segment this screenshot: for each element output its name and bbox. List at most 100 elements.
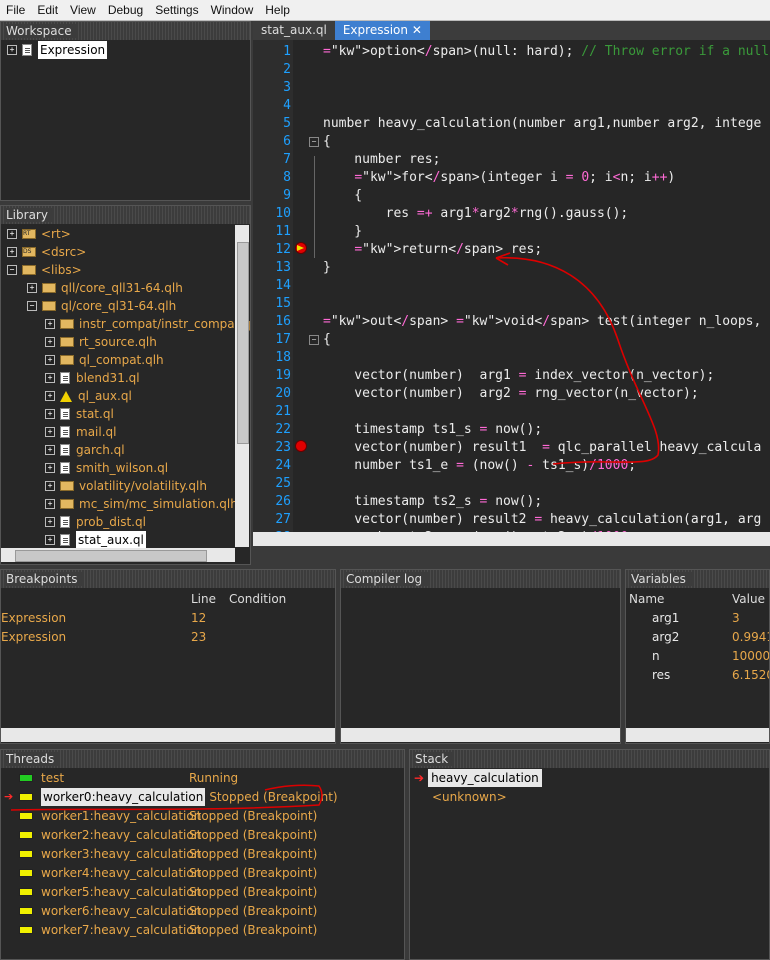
code-line[interactable]: vector(number) result1 = qlc_parallel he… [323,439,761,457]
code-line[interactable]: { [323,187,362,205]
line-number[interactable]: 2 [253,61,291,79]
expand-icon[interactable]: + [7,45,17,55]
variables-horizontal-scrollbar[interactable] [626,728,769,742]
line-number[interactable]: 17 [253,331,291,349]
variable-value[interactable]: 6.15208 [732,666,769,684]
expand-icon[interactable]: − [27,301,37,311]
line-number[interactable]: 15 [253,295,291,313]
expand-icon[interactable]: + [45,373,55,383]
stack-frame-current[interactable]: ➔ heavy_calculation [414,769,542,787]
line-number[interactable]: 1 [253,43,291,61]
code-line[interactable]: vector(number) arg1 = index_vector(n_vec… [323,367,714,385]
expand-icon[interactable]: + [45,409,55,419]
menu-edit[interactable]: Edit [31,3,64,17]
library-item[interactable]: + qll/core_qll31-64.qlh [27,279,183,297]
library-item[interactable]: + DS <dsrc> [7,243,86,261]
thread-row[interactable]: test Running [19,769,238,787]
editor-horizontal-scrollbar[interactable] [253,532,770,546]
breakpoints-header-line[interactable]: Line [191,590,216,608]
code-line[interactable]: number ts1_e = (now() - ts1_s)/1000; [323,457,636,475]
variable-value[interactable]: 0.99412 [732,628,769,646]
expand-icon[interactable]: + [45,481,55,491]
line-number[interactable]: 9 [253,187,291,205]
variable-name[interactable]: res [652,666,670,684]
breakpoint-row-name[interactable]: Expression [1,628,66,646]
expand-icon[interactable]: + [45,517,55,527]
line-number[interactable]: 11 [253,223,291,241]
library-item[interactable]: + prob_dist.ql [45,513,146,531]
code-line[interactable]: ="kw">out</span> ="kw">void</span> test(… [323,313,770,331]
expand-icon[interactable]: + [45,391,55,401]
line-number[interactable]: 10 [253,205,291,223]
expand-icon[interactable]: + [45,499,55,509]
menu-debug[interactable]: Debug [102,3,149,17]
expand-icon[interactable]: + [45,355,55,365]
menu-window[interactable]: Window [205,3,260,17]
expand-icon[interactable]: + [7,247,17,257]
thread-row[interactable]: worker4:heavy_calculation Stopped (Breakp… [19,864,317,882]
library-item[interactable]: − ql/core_ql31-64.qlh [27,297,176,315]
variable-value[interactable]: 100000 [732,647,769,665]
menu-help[interactable]: Help [259,3,296,17]
library-hscroll-thumb[interactable] [15,550,207,562]
code-line[interactable]: timestamp ts2_s = now(); [323,493,542,511]
library-item[interactable]: + instr_compat/instr_compat.q [45,315,250,333]
expand-icon[interactable]: − [7,265,17,275]
expand-icon[interactable]: + [45,337,55,347]
menu-view[interactable]: View [64,3,102,17]
library-item[interactable]: + ql_aux.ql [45,387,132,405]
variables-header-name[interactable]: Name [629,590,664,608]
breakpoint-icon[interactable] [295,440,307,452]
library-item[interactable]: − <libs> [7,261,82,279]
code-editor[interactable]: 1 2 3 4 5 6 7 8 9 10 11 12 13 14 15 16 17 18 19 20 21 22 23 24 2… [253,40,770,546]
expand-icon[interactable]: + [45,535,55,545]
line-number[interactable]: 4 [253,97,291,115]
library-item[interactable]: + blend31.ql [45,369,140,387]
line-number[interactable]: 19 [253,367,291,385]
line-number[interactable]: 18 [253,349,291,367]
breakpoints-header-condition[interactable]: Condition [229,590,286,608]
thread-row[interactable]: worker7:heavy_calculation Stopped (Breakp… [19,921,317,939]
library-item[interactable]: + ql_compat.qlh [45,351,164,369]
menu-settings[interactable]: Settings [149,3,204,17]
library-item[interactable]: + mc_sim/mc_simulation.qlh [45,495,238,513]
library-item[interactable]: + smith_wilson.ql [45,459,168,477]
line-number[interactable]: 5 [253,115,291,133]
line-number[interactable]: 14 [253,277,291,295]
menu-file[interactable]: File [0,3,31,17]
code-line[interactable]: } [323,259,331,277]
library-item[interactable]: + mail.ql [45,423,116,441]
expand-icon[interactable]: + [7,229,17,239]
close-icon[interactable]: ✕ [412,23,422,37]
expand-icon[interactable]: + [27,283,37,293]
line-number[interactable]: 12 [253,241,291,259]
line-number[interactable]: 16 [253,313,291,331]
line-number[interactable]: 23 [253,439,291,457]
code-line[interactable]: number res; [323,151,440,169]
line-number[interactable]: 21 [253,403,291,421]
breakpoint-row-line[interactable]: 12 [191,609,206,627]
breakpoint-row-line[interactable]: 23 [191,628,206,646]
expand-icon[interactable]: + [45,427,55,437]
variables-header-value[interactable]: Value [732,590,765,608]
library-item[interactable]: + stat_aux.ql [45,531,146,549]
line-number[interactable]: 13 [253,259,291,277]
line-number[interactable]: 8 [253,169,291,187]
fold-icon[interactable]: − [309,335,319,345]
code-line[interactable]: vector(number) result2 = heavy_calculati… [323,511,761,529]
thread-row[interactable]: worker0:heavy_calculation Stopped (Breakp… [19,788,338,806]
fold-icon[interactable]: − [309,137,319,147]
library-item[interactable]: + garch.ql [45,441,125,459]
expand-icon[interactable]: + [45,319,55,329]
variable-name[interactable]: arg2 [652,628,679,646]
library-item[interactable]: + RT <rt> [7,225,71,243]
code-line[interactable]: } [323,223,362,241]
code-line[interactable]: ="kw">for</span>(integer i = 0; i<n; i++… [323,169,675,187]
library-item[interactable]: + stat.ql [45,405,114,423]
code-line[interactable]: vector(number) arg2 = rng_vector(n_vecto… [323,385,698,403]
line-number[interactable]: 7 [253,151,291,169]
thread-row[interactable]: worker2:heavy_calculation Stopped (Breakp… [19,826,317,844]
line-number[interactable]: 27 [253,511,291,529]
thread-row[interactable]: worker5:heavy_calculation Stopped (Breakp… [19,883,317,901]
compiler-log-horizontal-scrollbar[interactable] [341,728,620,742]
